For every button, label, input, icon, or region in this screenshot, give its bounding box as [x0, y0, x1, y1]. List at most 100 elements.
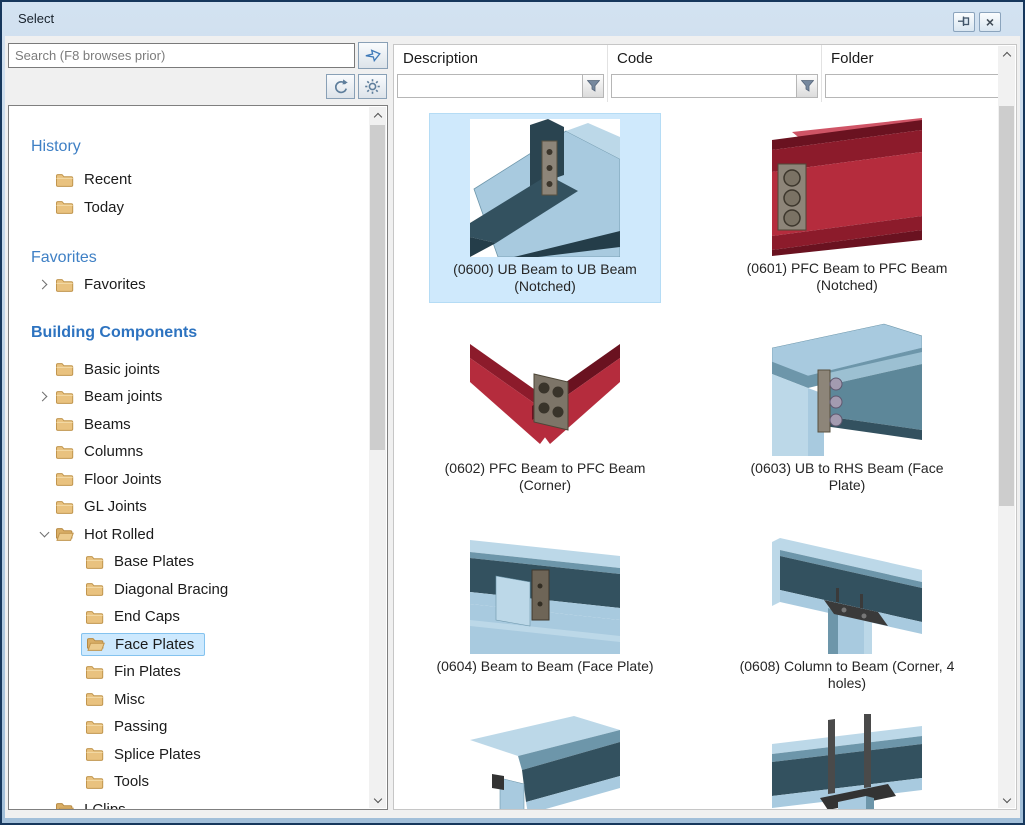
refresh-button[interactable]	[326, 74, 355, 99]
gear-icon	[364, 78, 381, 95]
tree-item-columns[interactable]: Columns	[9, 438, 369, 466]
tree-section-favorites[interactable]: Favorites	[9, 244, 369, 271]
window-title: Select	[18, 11, 54, 26]
open-folder-icon	[55, 526, 74, 542]
component-tile-partial-1[interactable]	[394, 709, 696, 809]
scroll-up-arrow[interactable]	[369, 107, 386, 123]
title-bar[interactable]: Select ×	[2, 2, 1023, 36]
tree-item-floor-joints[interactable]: Floor Joints	[9, 466, 369, 494]
component-tile-0600[interactable]: (0600) UB Beam to UB Beam (Notched)	[394, 113, 696, 303]
pin-icon	[957, 16, 971, 28]
tree-item-diagonal-bracing[interactable]: Diagonal Bracing	[9, 576, 369, 604]
component-list-panel: Description Code	[393, 44, 1017, 810]
tree-item-base-plates[interactable]: Base Plates	[9, 548, 369, 576]
scrollbar-thumb[interactable]	[370, 125, 385, 450]
folder-icon	[55, 416, 74, 432]
tree-item-fin-plates[interactable]: Fin Plates	[9, 658, 369, 686]
folder-icon	[85, 691, 104, 707]
search-go-button[interactable]	[358, 42, 388, 69]
component-thumbnail-0601	[772, 118, 922, 256]
search-input[interactable]	[8, 43, 355, 68]
tree-item-recent[interactable]: Recent	[9, 166, 369, 194]
tree-item-gl-joints[interactable]: GL Joints	[9, 493, 369, 521]
folder-icon	[85, 746, 104, 762]
scrollbar-thumb[interactable]	[999, 106, 1014, 506]
tree-item-beams[interactable]: Beams	[9, 411, 369, 439]
column-header-description[interactable]: Description	[394, 45, 608, 102]
component-tile-partial-2[interactable]	[696, 709, 998, 809]
folder-icon	[85, 664, 104, 680]
tile-caption: (0603) UB to RHS Beam (Face Plate)	[731, 460, 963, 494]
tree-item-i-clips[interactable]: I Clips	[9, 796, 369, 810]
component-tile-0603[interactable]: (0603) UB to RHS Beam (Face Plate)	[696, 313, 998, 501]
tree-item-passing[interactable]: Passing	[9, 713, 369, 741]
folder-icon	[85, 774, 104, 790]
tile-caption: (0602) PFC Beam to PFC Beam (Corner)	[429, 460, 661, 494]
pin-button[interactable]	[953, 12, 975, 32]
grid-scrollbar[interactable]	[998, 46, 1015, 808]
folder-icon	[55, 444, 74, 460]
tree-item-misc[interactable]: Misc	[9, 686, 369, 714]
component-tile-0608[interactable]: (0608) Column to Beam (Corner, 4 holes)	[696, 511, 998, 699]
tile-caption: (0608) Column to Beam (Corner, 4 holes)	[731, 658, 963, 692]
tree-scrollbar[interactable]	[369, 107, 386, 808]
tile-caption: (0600) UB Beam to UB Beam (Notched)	[430, 261, 660, 295]
component-tile-0601[interactable]: (0601) PFC Beam to PFC Beam (Notched)	[696, 113, 998, 303]
component-thumbnail-0608	[772, 516, 922, 654]
tree-item-favorites[interactable]: Favorites	[9, 271, 369, 299]
folder-icon	[85, 719, 104, 735]
tree-item-face-plates[interactable]: Face Plates	[9, 631, 369, 659]
close-button[interactable]: ×	[979, 12, 1001, 32]
selected-tree-item: Face Plates	[81, 633, 205, 656]
scroll-down-arrow[interactable]	[998, 792, 1015, 808]
code-filter-input[interactable]	[612, 75, 796, 97]
component-thumbnail-0604	[470, 516, 620, 654]
tree-item-basic-joints[interactable]: Basic joints	[9, 356, 369, 384]
tree-item-tools[interactable]: Tools	[9, 768, 369, 796]
filter-funnel-icon	[801, 80, 814, 92]
refresh-icon	[332, 78, 349, 95]
folder-icon	[55, 199, 74, 215]
open-folder-icon	[86, 636, 105, 652]
settings-button[interactable]	[358, 74, 387, 99]
tree-item-splice-plates[interactable]: Splice Plates	[9, 741, 369, 769]
tree-content: History Recent Today Favorites Favorites	[9, 106, 369, 809]
folder-icon	[55, 499, 74, 515]
component-tile-0604[interactable]: (0604) Beam to Beam (Face Plate)	[394, 511, 696, 699]
description-filter-button[interactable]	[582, 75, 603, 97]
tree-section-history[interactable]: History	[9, 133, 369, 160]
filter-funnel-icon	[587, 80, 600, 92]
component-thumbnail-0602	[470, 318, 620, 456]
component-tree: History Recent Today Favorites Favorites	[8, 105, 388, 810]
column-header-folder[interactable]: Folder	[822, 45, 998, 102]
column-header-code[interactable]: Code	[608, 45, 822, 102]
scroll-down-arrow[interactable]	[369, 792, 386, 808]
open-folder-icon	[55, 801, 74, 809]
folder-icon	[85, 609, 104, 625]
component-thumbnail-partial-1	[470, 714, 620, 809]
component-thumbnail-0603	[772, 318, 922, 456]
tree-section-building-components[interactable]: Building Components	[9, 319, 369, 346]
chevron-down-icon[interactable]	[39, 528, 49, 538]
component-grid: (0600) UB Beam to UB Beam (Notched)	[394, 102, 998, 809]
component-thumbnail-0600	[470, 119, 620, 257]
tree-item-end-caps[interactable]: End Caps	[9, 603, 369, 631]
panel-body: History Recent Today Favorites Favorites	[5, 36, 1020, 818]
folder-icon	[55, 389, 74, 405]
chevron-right-icon[interactable]	[38, 280, 48, 290]
select-panel-window: Select ×	[0, 0, 1025, 825]
folder-icon	[55, 277, 74, 293]
column-header-row: Description Code	[394, 45, 998, 102]
folder-icon	[55, 361, 74, 377]
tile-caption: (0601) PFC Beam to PFC Beam (Notched)	[731, 260, 963, 294]
tile-caption: (0604) Beam to Beam (Face Plate)	[429, 658, 661, 675]
tree-item-beam-joints[interactable]: Beam joints	[9, 383, 369, 411]
tree-item-hot-rolled[interactable]: Hot Rolled	[9, 521, 369, 549]
scroll-up-arrow[interactable]	[998, 46, 1015, 62]
description-filter-input[interactable]	[398, 75, 582, 97]
component-tile-0602[interactable]: (0602) PFC Beam to PFC Beam (Corner)	[394, 313, 696, 501]
chevron-right-icon[interactable]	[38, 392, 48, 402]
tree-item-today[interactable]: Today	[9, 194, 369, 222]
code-filter-button[interactable]	[796, 75, 817, 97]
folder-filter-input[interactable]	[826, 75, 998, 97]
